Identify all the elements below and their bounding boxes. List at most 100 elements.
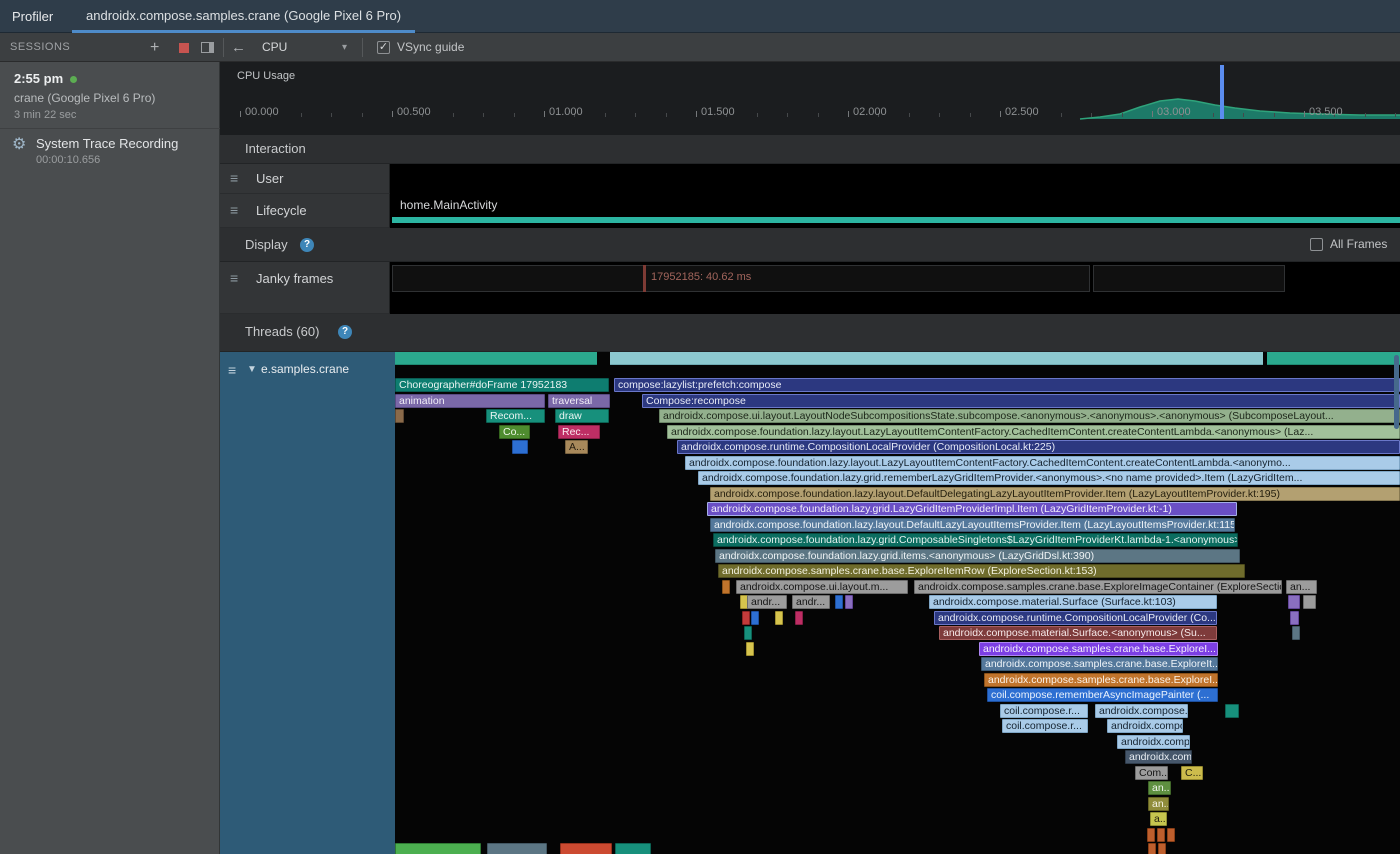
flame-bar[interactable]: androidx.compose.foundation.lazy.grid.it… bbox=[715, 549, 1240, 563]
flame-bar-small[interactable] bbox=[487, 843, 547, 854]
chevron-down-icon[interactable]: ▾ bbox=[342, 33, 347, 62]
help-icon[interactable]: ? bbox=[338, 325, 352, 339]
drag-handle-icon[interactable]: ≡ bbox=[230, 270, 238, 286]
flame-bar[interactable]: androidx.compose.foundation.lazy.grid.re… bbox=[698, 471, 1400, 485]
flame-bar[interactable]: coil.compose.r... bbox=[1000, 704, 1088, 718]
flame-bar[interactable]: androidx.compose.foundation.lazy.grid.Co… bbox=[713, 533, 1238, 547]
flame-bar[interactable]: androidx.compose.foundation.lazy.layout.… bbox=[710, 518, 1235, 532]
add-session-button[interactable]: + bbox=[150, 33, 159, 62]
flame-ruler-segment[interactable] bbox=[610, 352, 1263, 365]
flame-bar[interactable]: C... bbox=[1181, 766, 1203, 780]
flame-bar[interactable]: androidx.compo... bbox=[1117, 735, 1190, 749]
flame-bar-small[interactable] bbox=[1167, 828, 1175, 842]
flame-bar[interactable]: androidx.compose.samples.crane.base.Expl… bbox=[718, 564, 1245, 578]
flame-bar[interactable]: animation bbox=[395, 394, 545, 408]
flame-bar[interactable]: andr... bbox=[792, 595, 830, 609]
flame-bar[interactable]: Rec... bbox=[558, 425, 600, 439]
lifecycle-event-bar[interactable] bbox=[392, 217, 1400, 223]
flame-bar[interactable]: Recom... bbox=[486, 409, 545, 423]
flame-bar-small[interactable] bbox=[1158, 843, 1166, 854]
frame-bar[interactable] bbox=[1093, 265, 1285, 292]
flame-ruler-segment[interactable] bbox=[395, 352, 597, 365]
flame-bar[interactable]: androidx.compose.foundation.lazy.layout.… bbox=[685, 456, 1400, 470]
flame-bar[interactable]: an... bbox=[1148, 797, 1169, 811]
flame-bar[interactable]: androidx.compose.ui.layout.m... bbox=[736, 580, 908, 594]
lifecycle-track-label-cell[interactable]: ≡ Lifecycle bbox=[220, 194, 390, 228]
flame-bar-small[interactable] bbox=[1303, 595, 1316, 609]
all-frames-checkbox[interactable] bbox=[1310, 238, 1323, 251]
flame-bar-small[interactable] bbox=[744, 626, 752, 640]
flame-bar-small[interactable] bbox=[615, 843, 651, 854]
flame-bar-small[interactable] bbox=[795, 611, 803, 625]
flame-bar-small[interactable] bbox=[1148, 843, 1156, 854]
flame-bar[interactable]: androidx.compose.samples.crane.base.Expl… bbox=[914, 580, 1282, 594]
flame-bar-small[interactable] bbox=[751, 611, 759, 625]
janky-frame-marker[interactable] bbox=[643, 265, 646, 292]
flame-bar-small[interactable] bbox=[560, 843, 612, 854]
flame-bar-small[interactable] bbox=[395, 843, 481, 854]
flame-bar[interactable]: an... bbox=[1286, 580, 1317, 594]
flame-bar[interactable]: androidx.compose.ui.layout.LayoutNodeSub… bbox=[659, 409, 1400, 423]
flame-bar[interactable]: androidx.compose.foundation.lazy.grid.La… bbox=[707, 502, 1237, 516]
flame-bar[interactable]: draw bbox=[555, 409, 609, 423]
flame-bar-small[interactable] bbox=[1288, 595, 1300, 609]
flame-bar[interactable]: androidx.compose.foundation.lazy.layout.… bbox=[667, 425, 1400, 439]
flame-bar[interactable]: androidx.compose.runtime.CompositionLoca… bbox=[677, 440, 1400, 454]
vertical-scrollbar[interactable] bbox=[1394, 355, 1399, 429]
flame-bar-small[interactable] bbox=[395, 409, 404, 423]
flame-bar[interactable]: a... bbox=[1150, 812, 1167, 826]
cpu-usage-track[interactable]: CPU Usage 00.00000.50001.00001.50002.000… bbox=[220, 62, 1400, 135]
flame-bar[interactable]: Com... bbox=[1135, 766, 1168, 780]
drag-handle-icon[interactable]: ≡ bbox=[230, 170, 238, 186]
flame-bar-small[interactable] bbox=[1292, 626, 1300, 640]
flame-bar-small[interactable] bbox=[1290, 611, 1299, 625]
flame-bar-small[interactable] bbox=[1225, 704, 1239, 718]
flame-bar[interactable]: androidx.compose.u... bbox=[1095, 704, 1188, 718]
flame-bar[interactable]: androidx.compo... bbox=[1107, 719, 1183, 733]
cpu-dropdown[interactable]: CPU bbox=[262, 33, 287, 62]
flame-bar[interactable]: androidx.compose.material.Surface.<anony… bbox=[939, 626, 1217, 640]
stop-recording-icon[interactable] bbox=[179, 43, 189, 53]
flame-bar[interactable]: Co... bbox=[499, 425, 530, 439]
flame-bar-small[interactable] bbox=[722, 580, 730, 594]
toggle-panel-icon[interactable] bbox=[201, 42, 214, 53]
recording-title[interactable]: System Trace Recording bbox=[36, 136, 178, 151]
user-track-label-cell[interactable]: ≡ User bbox=[220, 164, 390, 194]
flame-bar-small[interactable] bbox=[746, 642, 754, 656]
flame-bar[interactable]: androidx.com... bbox=[1125, 750, 1192, 764]
flame-bar[interactable]: androidx.compose.runtime.CompositionLoca… bbox=[934, 611, 1217, 625]
flame-bar[interactable]: coil.compose.r... bbox=[1002, 719, 1088, 733]
thread-label-panel-selected[interactable]: ≡ ▼ e.samples.crane bbox=[220, 352, 395, 854]
collapse-arrow-icon[interactable]: ▼ bbox=[247, 364, 257, 375]
flame-bar[interactable]: A... bbox=[565, 440, 588, 454]
session-tab[interactable]: androidx.compose.samples.crane (Google P… bbox=[72, 0, 415, 33]
flame-bar[interactable]: coil.compose.rememberAsyncImagePainter (… bbox=[987, 688, 1218, 702]
flame-bar[interactable]: andr... bbox=[747, 595, 787, 609]
vsync-checkbox[interactable]: ✓ bbox=[377, 41, 390, 54]
flame-bar[interactable]: androidx.compose.material.Surface (Surfa… bbox=[929, 595, 1217, 609]
flame-bar[interactable]: androidx.compose.foundation.lazy.layout.… bbox=[710, 487, 1400, 501]
janky-track-label-cell[interactable]: ≡ Janky frames bbox=[220, 262, 390, 314]
flame-bar[interactable]: androidx.compose.samples.crane.base.Expl… bbox=[984, 673, 1218, 687]
flame-chart[interactable]: Choreographer#doFrame 17952183 compose:la… bbox=[395, 352, 1400, 854]
flame-bar[interactable]: traversal bbox=[548, 394, 610, 408]
flame-bar[interactable]: Compose:recompose bbox=[642, 394, 1400, 408]
back-arrow-icon[interactable]: ← bbox=[231, 33, 246, 62]
flame-bar[interactable]: compose:lazylist:prefetch:compose bbox=[614, 378, 1400, 392]
flame-ruler-segment[interactable] bbox=[1267, 352, 1400, 365]
flame-bar-small[interactable] bbox=[835, 595, 843, 609]
help-icon[interactable]: ? bbox=[300, 238, 314, 252]
flame-bar[interactable]: androidx.compose.samples.crane.base.Expl… bbox=[979, 642, 1218, 656]
flame-bar[interactable]: androidx.compose.samples.crane.base.Expl… bbox=[981, 657, 1218, 671]
flame-bar-small[interactable] bbox=[742, 611, 750, 625]
drag-handle-icon[interactable]: ≡ bbox=[228, 362, 236, 378]
drag-handle-icon[interactable]: ≡ bbox=[230, 202, 238, 218]
flame-bar-small[interactable] bbox=[1157, 828, 1165, 842]
session-time[interactable]: 2:55 pm bbox=[14, 71, 77, 86]
flame-bar[interactable]: Choreographer#doFrame 17952183 bbox=[395, 378, 609, 392]
flame-bar-small[interactable] bbox=[775, 611, 783, 625]
flame-bar-small[interactable] bbox=[1147, 828, 1155, 842]
flame-bar[interactable]: an... bbox=[1148, 781, 1171, 795]
flame-bar-small[interactable] bbox=[512, 440, 528, 454]
flame-bar-small[interactable] bbox=[845, 595, 853, 609]
